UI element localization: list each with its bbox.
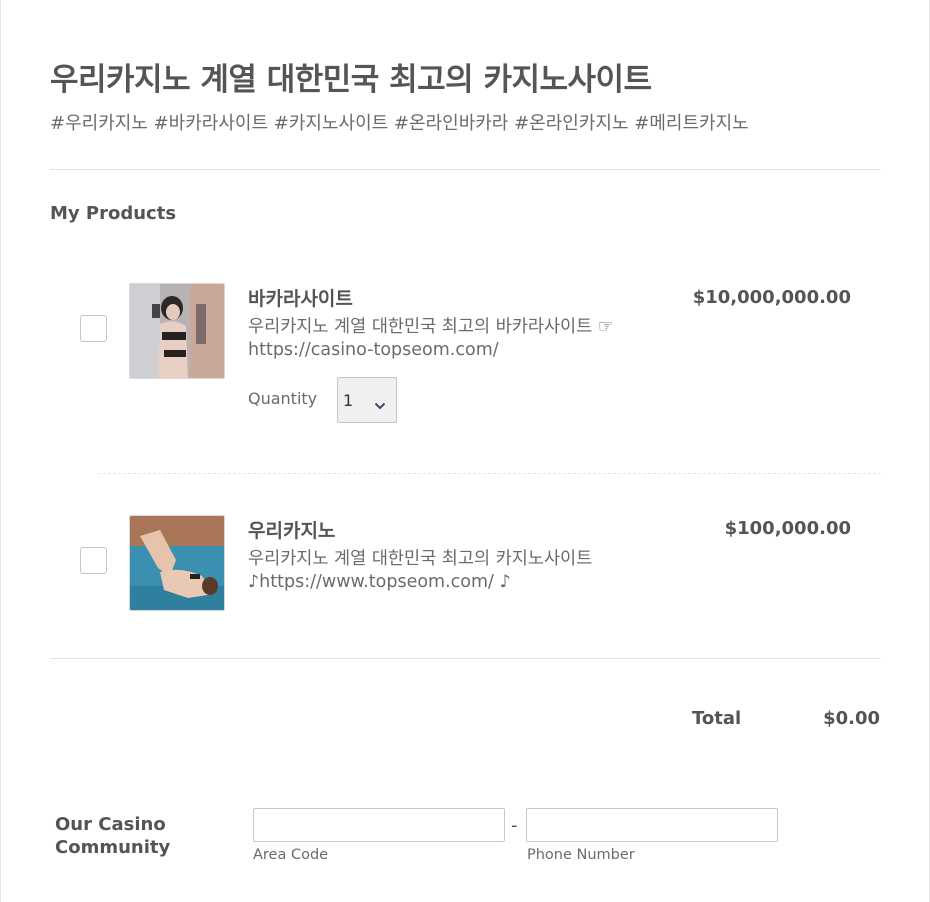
area-code-label: Area Code xyxy=(253,847,329,863)
product-1-checkbox[interactable] xyxy=(80,315,107,342)
quantity-select[interactable]: 1 xyxy=(337,377,397,423)
total-label: Total xyxy=(692,708,742,729)
phone-number-label: Phone Number xyxy=(527,847,635,863)
product-1-image xyxy=(129,283,225,379)
product-2-name: 우리카지노 xyxy=(248,520,336,542)
page-tags: #우리카지노 #바카라사이트 #카지노사이트 #온라인바카라 #온라인카지노 #… xyxy=(50,113,749,134)
phone-number-input[interactable] xyxy=(526,808,778,842)
product-2-description: 우리카지노 계열 대한민국 최고의 카지노사이트 ♪https://www.to… xyxy=(248,549,593,592)
area-code-input[interactable] xyxy=(253,808,505,842)
product-1-price: $10,000,000.00 xyxy=(692,287,851,308)
product-2-price: $100,000.00 xyxy=(724,518,851,539)
product-2-checkbox[interactable] xyxy=(80,547,107,574)
page-title: 우리카지노 계열 대한민국 최고의 카지노사이트 xyxy=(50,62,652,98)
product-1-name: 바카라사이트 xyxy=(248,288,353,310)
chevron-down-icon xyxy=(374,395,386,414)
total-value: $0.00 xyxy=(823,708,880,729)
community-label: Our Casino Community xyxy=(55,814,171,858)
form-frame xyxy=(0,0,930,902)
product-1-description: 우리카지노 계열 대한민국 최고의 바카라사이트 ☞ https://casin… xyxy=(248,317,614,360)
product-divider xyxy=(98,473,881,474)
phone-separator: - xyxy=(511,815,518,836)
products-section-label: My Products xyxy=(50,203,177,224)
quantity-label: Quantity xyxy=(248,389,318,408)
divider xyxy=(50,169,881,170)
divider xyxy=(50,658,881,659)
quantity-value: 1 xyxy=(343,391,354,410)
product-2-image xyxy=(129,515,225,611)
